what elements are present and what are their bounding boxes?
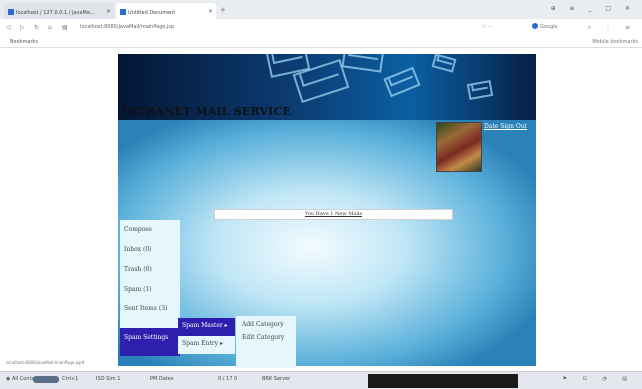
page-title: INTRANET MAIL SERVICE bbox=[122, 105, 292, 118]
bookmarks-bar: Bookmarks Mobile bookmarks bbox=[0, 37, 642, 48]
taskbar: ◉ All Contacts Ctrl+1 ISO Sim 1 PM Dates… bbox=[0, 371, 642, 389]
browser-tab-1[interactable]: localhost / 127.0.0.1 / javaMa... ✕ bbox=[4, 3, 114, 19]
back-icon[interactable]: ◁ bbox=[6, 24, 11, 31]
reload-icon[interactable]: ↻ bbox=[34, 24, 39, 31]
new-mail-notice[interactable]: You Have 1 New Mails bbox=[214, 209, 453, 220]
mobile-bookmarks[interactable]: Mobile bookmarks bbox=[592, 39, 638, 45]
banner: INTRANET MAIL SERVICE bbox=[118, 54, 536, 120]
sign-out-link[interactable]: Date Sign Out bbox=[484, 123, 527, 130]
bookmark-item[interactable]: Bookmarks bbox=[10, 39, 38, 45]
menu-compose[interactable]: Compose bbox=[120, 220, 180, 240]
browser-tab-bar: localhost / 127.0.0.1 / javaMa... ✕ Unti… bbox=[0, 0, 642, 19]
taskbar-item-1[interactable]: ISO Sim 1 bbox=[96, 376, 120, 382]
search-engine-icon bbox=[532, 23, 538, 29]
status-url: localhost:8080/javaMail/mainPage.jsp# bbox=[6, 360, 85, 365]
menu-sent-items[interactable]: Sent Items (3) bbox=[120, 300, 180, 328]
menu-trash[interactable]: Trash (0) bbox=[120, 260, 180, 280]
page-icon: ▤ bbox=[62, 24, 68, 31]
taskbar-badge[interactable] bbox=[33, 376, 59, 383]
envelope-icon bbox=[466, 80, 494, 100]
system-tray-icons[interactable]: ⚑ ⊡ ◔ ▤ bbox=[562, 376, 634, 382]
favicon-icon bbox=[8, 9, 14, 15]
address-bar[interactable]: localhost:8080/javaMail/mainPage.jsp bbox=[80, 24, 174, 30]
envelope-icon bbox=[431, 54, 457, 73]
home-icon[interactable]: ⌂ bbox=[48, 24, 52, 31]
spam-master-submenu: Add Category Edit Category bbox=[236, 316, 296, 368]
start-icon: ◉ bbox=[6, 376, 11, 382]
window-controls[interactable]: ⊕ ≡ _ □ ✕ bbox=[551, 5, 636, 12]
taskbar-badge-text: Ctrl+1 bbox=[62, 376, 79, 382]
side-menu: Compose Inbox (0) Trash (0) Spam (1) Sen… bbox=[120, 220, 180, 356]
page-viewport: INTRANET MAIL SERVICE Date Sign Out You … bbox=[0, 48, 642, 371]
user-avatar bbox=[436, 122, 482, 172]
tab-title-1: localhost / 127.0.0.1 / javaMa... bbox=[16, 10, 95, 16]
page-actions-icon[interactable]: ☆ ⋯ bbox=[482, 24, 493, 30]
tab-title-2: Untitled Document bbox=[128, 10, 176, 16]
taskbar-active-window[interactable] bbox=[368, 374, 518, 388]
submenu-spam-entry[interactable]: Spam Entry ▸ bbox=[178, 336, 235, 354]
spam-settings-submenu: Spam Master ▸ Spam Entry ▸ bbox=[178, 318, 235, 354]
taskbar-item-3[interactable]: 0 / 17 0 bbox=[218, 376, 237, 382]
search-box[interactable]: Google bbox=[532, 23, 582, 33]
browser-nav-bar: ◁ ▷ ↻ ⌂ ▤ localhost:8080/javaMail/mainPa… bbox=[0, 19, 642, 37]
menu-spam[interactable]: Spam (1) bbox=[120, 280, 180, 300]
browser-tab-2[interactable]: Untitled Document ✕ bbox=[116, 3, 216, 19]
submenu-edit-category[interactable]: Edit Category bbox=[236, 329, 296, 342]
toolbar-icons[interactable]: ⌕ ⋮ ≡ bbox=[588, 24, 636, 32]
new-tab-icon[interactable]: + bbox=[220, 6, 226, 14]
submenu-spam-master[interactable]: Spam Master ▸ bbox=[178, 318, 235, 336]
favicon-icon bbox=[120, 9, 126, 15]
forward-icon[interactable]: ▷ bbox=[20, 24, 25, 31]
close-tab-1-icon[interactable]: ✕ bbox=[106, 8, 111, 15]
envelope-icon bbox=[341, 54, 385, 73]
submenu-add-category[interactable]: Add Category bbox=[236, 316, 296, 329]
taskbar-item-2[interactable]: PM Dates bbox=[150, 376, 173, 382]
taskbar-item-4[interactable]: BRK Server bbox=[262, 376, 290, 382]
menu-inbox[interactable]: Inbox (0) bbox=[120, 240, 180, 260]
envelope-icon bbox=[383, 66, 421, 98]
search-placeholder: Google bbox=[540, 24, 558, 30]
menu-spam-settings[interactable]: Spam Settings bbox=[120, 328, 180, 356]
close-tab-2-icon[interactable]: ✕ bbox=[208, 8, 213, 15]
